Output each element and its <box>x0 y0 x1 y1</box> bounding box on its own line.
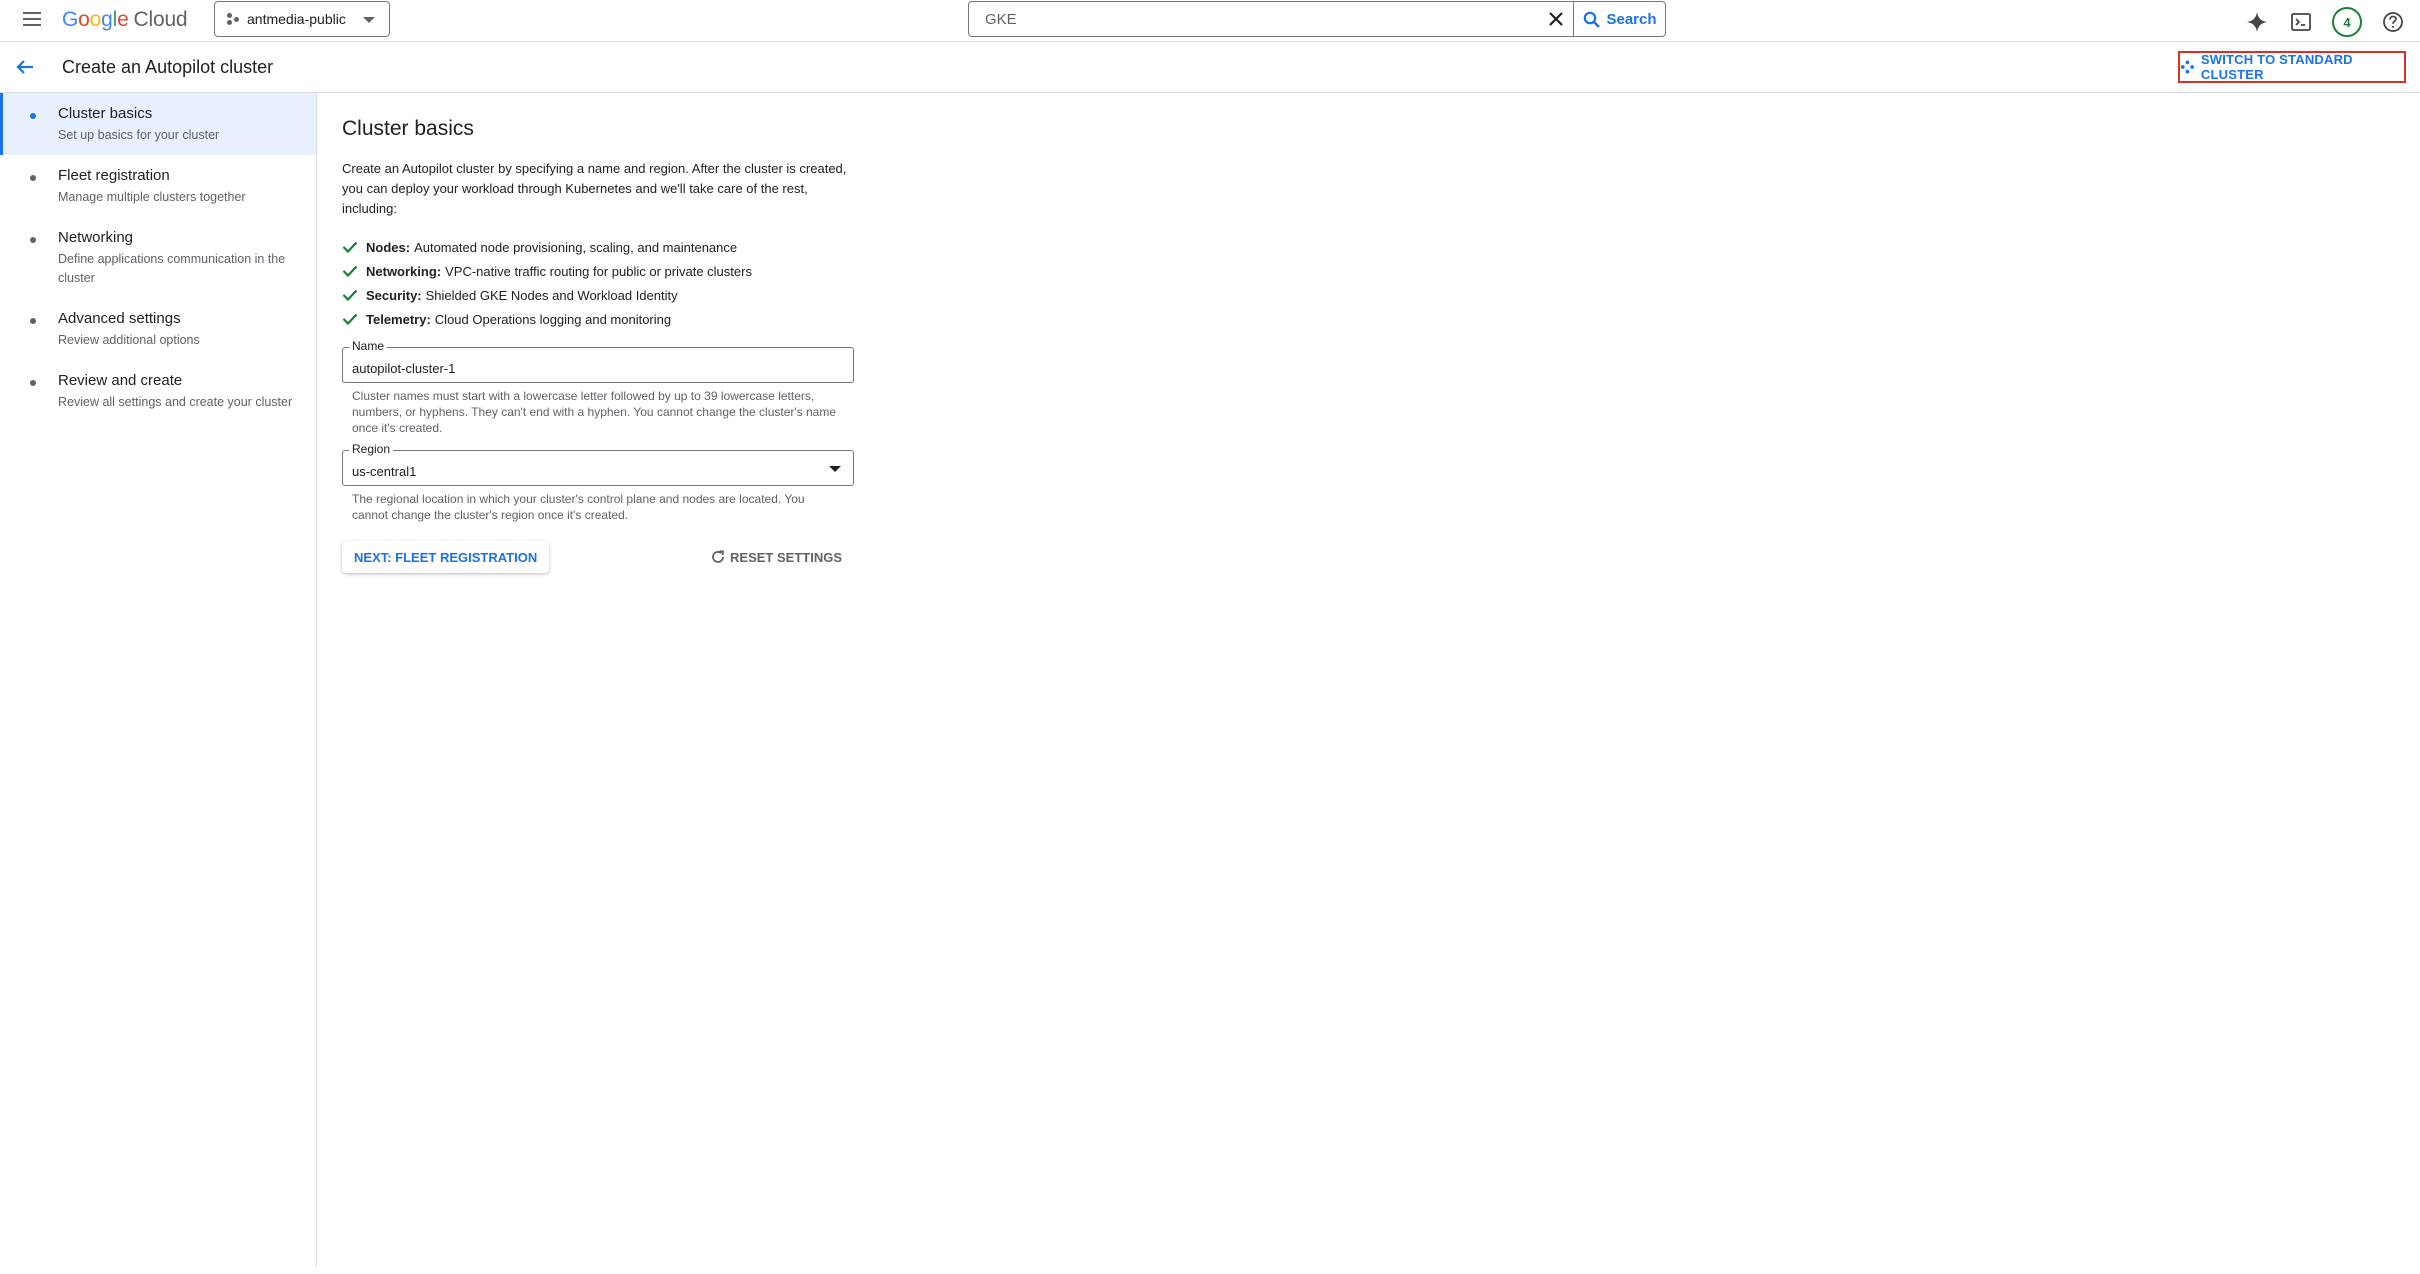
nav-item-subtitle: Define applications communication in the… <box>58 252 286 285</box>
search-icon <box>1584 11 1601 28</box>
feature-item: Networking: VPC-native traffic routing f… <box>342 259 862 283</box>
feature-text: Shielded GKE Nodes and Workload Identity <box>425 287 678 303</box>
check-icon <box>342 241 358 254</box>
notification-badge[interactable]: 4 <box>2332 7 2362 37</box>
step-dot <box>30 318 36 324</box>
menu-icon[interactable] <box>20 8 44 32</box>
switch-icon <box>2180 60 2194 74</box>
next-fleet-registration-button[interactable]: NEXT: FLEET REGISTRATION <box>342 541 550 573</box>
nav-item-advanced-settings[interactable]: Advanced settings Review additional opti… <box>0 298 316 360</box>
top-bar: GoogleCloud antmedia-public Search 4 <box>0 0 2420 42</box>
main-content: Cluster basics Create an Autopilot clust… <box>342 117 862 573</box>
feature-text: Cloud Operations logging and monitoring <box>434 311 672 327</box>
help-icon[interactable] <box>2380 9 2406 35</box>
feature-item: Nodes: Automated node provisioning, scal… <box>342 235 862 259</box>
feature-label: Telemetry: <box>366 311 431 327</box>
refresh-icon <box>712 550 725 563</box>
search-button-label: Search <box>1606 10 1657 28</box>
search-bar: Search <box>968 1 1666 37</box>
name-field-label: Name <box>349 339 388 353</box>
project-name: antmedia-public <box>247 11 346 27</box>
feature-label: Nodes: <box>366 239 411 255</box>
logo-letter: G <box>62 8 79 31</box>
nav-item-title: Review and create <box>58 372 183 389</box>
intro-text: Create an Autopilot cluster by specifyin… <box>342 161 847 216</box>
name-input[interactable] <box>343 348 853 382</box>
nav-item-networking[interactable]: Networking Define applications communica… <box>0 217 316 298</box>
chevron-down-icon <box>363 17 375 23</box>
logo-letter: o <box>89 8 102 31</box>
switch-label: SWITCH TO STANDARD CLUSTER <box>2200 52 2353 82</box>
step-dot <box>30 237 36 243</box>
stepper-nav: Cluster basics Set up basics for your cl… <box>0 93 317 1267</box>
feature-item: Telemetry: Cloud Operations logging and … <box>342 307 862 331</box>
region-help-text: The regional location in which your clus… <box>352 492 805 522</box>
nav-item-subtitle: Review all settings and create your clus… <box>58 395 293 409</box>
check-icon <box>342 265 358 278</box>
nav-item-title: Cluster basics <box>58 105 153 122</box>
step-dot <box>30 113 36 119</box>
logo-product: Cloud <box>133 8 188 31</box>
section-title: Cluster basics <box>342 117 474 140</box>
nav-item-title: Fleet registration <box>58 167 170 184</box>
chevron-down-icon <box>829 466 841 472</box>
top-icons: 4 <box>2244 7 2406 37</box>
check-icon <box>342 289 358 302</box>
feature-item: Security: Shielded GKE Nodes and Workloa… <box>342 283 862 307</box>
reset-settings-button[interactable]: RESET SETTINGS <box>710 541 842 573</box>
logo-letter: o <box>78 8 90 31</box>
region-select[interactable]: us-central1 <box>343 451 853 485</box>
form-actions: NEXT: FLEET REGISTRATION RESET SETTINGS <box>342 541 854 573</box>
region-value: us-central1 <box>352 463 417 479</box>
nav-item-title: Advanced settings <box>58 310 181 327</box>
nav-item-fleet-registration[interactable]: Fleet registration Manage multiple clust… <box>0 155 316 217</box>
sparkle-icon[interactable] <box>2244 9 2270 35</box>
check-icon <box>342 313 358 326</box>
nav-item-subtitle: Set up basics for your cluster <box>58 128 220 142</box>
page-header: Create an Autopilot cluster SWITCH TO ST… <box>0 43 2420 93</box>
feature-label: Security: <box>366 287 422 303</box>
search-input[interactable] <box>969 2 1539 36</box>
nav-item-review-and-create[interactable]: Review and create Review all settings an… <box>0 360 316 422</box>
project-icon <box>227 12 241 26</box>
terminal-icon[interactable] <box>2288 9 2314 35</box>
switch-to-standard-button[interactable]: SWITCH TO STANDARD CLUSTER <box>2178 51 2406 83</box>
logo-letter: e <box>117 8 129 31</box>
step-dot <box>30 175 36 181</box>
feature-list: Nodes: Automated node provisioning, scal… <box>342 235 862 331</box>
feature-text: Automated node provisioning, scaling, an… <box>414 239 738 255</box>
name-help-text: Cluster names must start with a lowercas… <box>352 389 837 435</box>
search-button[interactable]: Search <box>1573 1 1666 37</box>
close-icon[interactable] <box>1539 2 1573 36</box>
feature-label: Networking: <box>366 263 442 279</box>
google-cloud-logo[interactable]: Google Cloud <box>62 8 188 32</box>
reset-label: RESET SETTINGS <box>730 549 842 565</box>
logo-letter: g <box>101 8 113 31</box>
page-title: Create an Autopilot cluster <box>62 57 274 77</box>
nav-item-subtitle: Review additional options <box>58 333 200 347</box>
nav-item-title: Networking <box>58 229 134 246</box>
name-field: Name <box>342 339 854 383</box>
project-picker[interactable]: antmedia-public <box>214 1 390 37</box>
step-dot <box>30 380 36 386</box>
region-field-label: Region <box>349 442 394 456</box>
nav-item-subtitle: Manage multiple clusters together <box>58 190 246 204</box>
region-field: Region us-central1 <box>342 442 854 486</box>
feature-text: VPC-native traffic routing for public or… <box>445 263 752 279</box>
back-arrow-icon[interactable] <box>14 56 36 83</box>
nav-item-cluster-basics[interactable]: Cluster basics Set up basics for your cl… <box>0 93 316 155</box>
